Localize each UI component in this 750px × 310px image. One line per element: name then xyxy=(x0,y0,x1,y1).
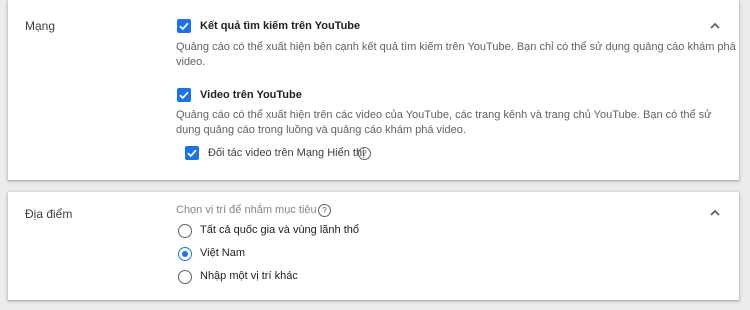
help-icon[interactable]: ? xyxy=(318,204,331,217)
checkmark-icon xyxy=(179,91,189,100)
youtube-search-description: Quảng cáo có thể xuất hiện bên cạnh kết … xyxy=(176,41,736,68)
network-card: Mạng Kết quả tìm kiếm trên YouTube Quảng… xyxy=(8,0,739,180)
location-section-title: Địa điểm xyxy=(25,207,73,221)
checkmark-icon xyxy=(187,149,197,158)
radio-vietnam[interactable] xyxy=(178,247,192,261)
radio-other-location[interactable] xyxy=(178,270,192,284)
checkmark-icon xyxy=(179,22,189,31)
location-card: Địa điểm Chọn vị trí để nhắm mục tiêu ? … xyxy=(8,192,739,300)
youtube-videos-checkbox[interactable] xyxy=(177,88,191,102)
radio-all-countries-label: Tất cả quốc gia và vùng lãnh thổ xyxy=(200,224,359,236)
display-network-partners-checkbox[interactable] xyxy=(185,146,199,160)
youtube-search-label: Kết quả tìm kiếm trên YouTube xyxy=(200,20,361,32)
chevron-up-icon[interactable] xyxy=(707,205,723,221)
help-icon[interactable]: ? xyxy=(358,147,371,160)
radio-other-location-label: Nhập một vị trí khác xyxy=(200,270,298,282)
youtube-videos-label: Video trên YouTube xyxy=(200,89,302,101)
chevron-up-icon[interactable] xyxy=(707,18,723,34)
display-network-partners-label: Đối tác video trên Mạng Hiển thị xyxy=(208,147,365,159)
location-prompt: Chọn vị trí để nhắm mục tiêu xyxy=(176,204,317,216)
youtube-search-checkbox[interactable] xyxy=(177,19,191,33)
radio-all-countries[interactable] xyxy=(178,224,192,238)
radio-vietnam-label: Việt Nam xyxy=(200,247,246,259)
network-section-title: Mạng xyxy=(25,19,56,33)
youtube-videos-description: Quảng cáo có thể xuất hiện trên các vide… xyxy=(176,109,712,136)
